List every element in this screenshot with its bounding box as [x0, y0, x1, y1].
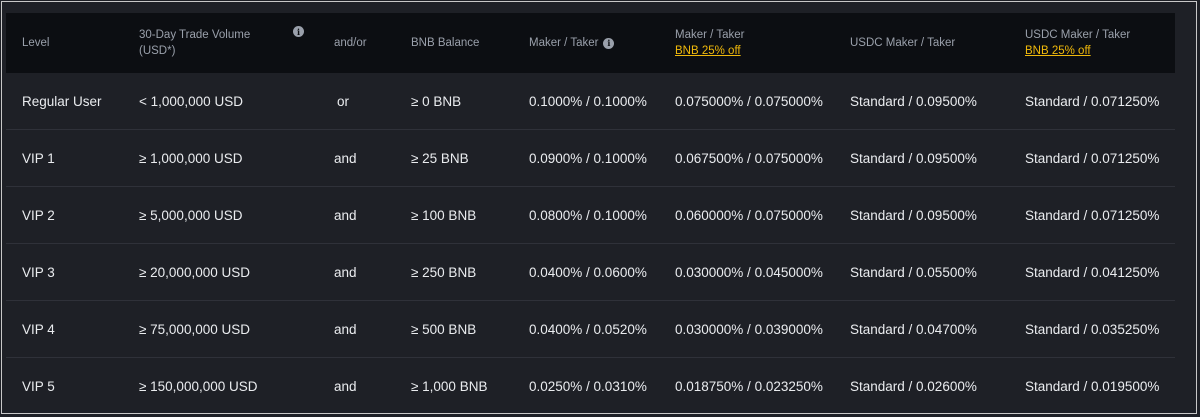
- cell-maker-taker-bnb: 0.075000% / 0.075000%: [675, 93, 823, 109]
- header-volume-label: 30-Day Trade Volume: [139, 29, 251, 41]
- cell-andor: and: [334, 264, 357, 280]
- header-volume: 30-Day Trade Volume (USD*) i: [139, 13, 304, 73]
- cell-maker-taker-bnb: 0.030000% / 0.045000%: [675, 264, 823, 280]
- table-row: VIP 2 ≥ 5,000,000 USD and ≥ 100 BNB 0.08…: [6, 187, 1175, 244]
- cell-bnb-balance: ≥ 100 BNB: [411, 207, 477, 223]
- info-icon[interactable]: i: [603, 37, 615, 49]
- cell-maker-taker: 0.0250% / 0.0310%: [529, 379, 647, 394]
- cell-usdc-maker-taker: Standard / 0.09500%: [850, 207, 977, 223]
- header-andor: and/or: [334, 37, 367, 49]
- cell-maker-taker: 0.0800% / 0.1000%: [529, 207, 647, 223]
- cell-usdc-maker-taker: Standard / 0.05500%: [850, 264, 977, 280]
- cell-bnb-balance: ≥ 25 BNB: [411, 150, 469, 166]
- header-maker-taker-label: Maker / Taker: [529, 37, 599, 49]
- fee-table-panel: Level 30-Day Trade Volume (USD*) i and/o…: [1, 1, 1197, 414]
- cell-volume: ≥ 20,000,000 USD: [139, 264, 250, 280]
- cell-volume: ≥ 1,000,000 USD: [139, 150, 243, 166]
- cell-level: VIP 1: [22, 150, 55, 166]
- cell-maker-taker: 0.0400% / 0.0520%: [529, 321, 647, 337]
- cell-volume: ≥ 5,000,000 USD: [139, 207, 243, 223]
- cell-usdc-maker-taker-bnb: Standard / 0.041250%: [1025, 264, 1160, 280]
- cell-level: VIP 4: [22, 321, 55, 337]
- header-volume-unit: (USD*): [139, 45, 176, 57]
- cell-andor: and: [334, 379, 357, 394]
- cell-maker-taker-bnb: 0.030000% / 0.039000%: [675, 321, 823, 337]
- cell-level: VIP 5: [22, 379, 55, 394]
- cell-usdc-maker-taker-bnb: Standard / 0.019500%: [1025, 379, 1160, 394]
- info-icon[interactable]: i: [293, 26, 304, 37]
- header-maker-taker-bnb: Maker / Taker BNB 25% off: [675, 13, 744, 73]
- table-header: Level 30-Day Trade Volume (USD*) i and/o…: [6, 13, 1175, 73]
- cell-usdc-maker-taker: Standard / 0.09500%: [850, 93, 977, 109]
- bnb-discount-link[interactable]: BNB 25% off: [675, 43, 744, 59]
- table-row: VIP 5 ≥ 150,000,000 USD and ≥ 1,000 BNB …: [6, 358, 1175, 415]
- cell-andor: and: [334, 321, 357, 337]
- cell-usdc-maker-taker: Standard / 0.09500%: [850, 150, 977, 166]
- cell-maker-taker: 0.1000% / 0.1000%: [529, 93, 647, 109]
- cell-maker-taker-bnb: 0.018750% / 0.023250%: [675, 379, 823, 394]
- cell-usdc-maker-taker-bnb: Standard / 0.071250%: [1025, 150, 1160, 166]
- cell-level: VIP 3: [22, 264, 55, 280]
- cell-volume: < 1,000,000 USD: [139, 93, 243, 109]
- cell-usdc-maker-taker: Standard / 0.04700%: [850, 321, 977, 337]
- cell-bnb-balance: ≥ 250 BNB: [411, 264, 477, 280]
- cell-maker-taker-bnb: 0.067500% / 0.075000%: [675, 150, 823, 166]
- table-row: VIP 4 ≥ 75,000,000 USD and ≥ 500 BNB 0.0…: [6, 301, 1175, 358]
- cell-maker-taker-bnb: 0.060000% / 0.075000%: [675, 207, 823, 223]
- cell-usdc-maker-taker-bnb: Standard / 0.071250%: [1025, 207, 1160, 223]
- cell-volume: ≥ 75,000,000 USD: [139, 321, 250, 337]
- cell-usdc-maker-taker: Standard / 0.02600%: [850, 379, 977, 394]
- fee-table: Level 30-Day Trade Volume (USD*) i and/o…: [6, 13, 1175, 415]
- cell-bnb-balance: ≥ 1,000 BNB: [411, 379, 488, 394]
- cell-bnb-balance: ≥ 0 BNB: [411, 93, 462, 109]
- cell-andor: or: [336, 93, 349, 109]
- usdc-bnb-discount-link[interactable]: BNB 25% off: [1025, 43, 1130, 59]
- header-level: Level: [22, 37, 50, 49]
- cell-level: Regular User: [22, 93, 102, 109]
- cell-maker-taker: 0.0900% / 0.1000%: [529, 150, 647, 166]
- cell-bnb-balance: ≥ 500 BNB: [411, 321, 477, 337]
- cell-level: VIP 2: [22, 207, 55, 223]
- cell-andor: and: [334, 150, 357, 166]
- header-usdc-maker-taker-bnb-label: USDC Maker / Taker: [1025, 29, 1131, 41]
- cell-usdc-maker-taker-bnb: Standard / 0.035250%: [1025, 321, 1160, 337]
- header-usdc-maker-taker-bnb: USDC Maker / Taker BNB 25% off: [1025, 13, 1130, 73]
- header-maker-taker: Maker / Taker i: [529, 13, 615, 73]
- header-maker-taker-bnb-label: Maker / Taker: [675, 29, 745, 41]
- cell-volume: ≥ 150,000,000 USD: [139, 379, 258, 394]
- header-bnb-balance: BNB Balance: [411, 37, 480, 49]
- table-row: Regular User < 1,000,000 USD or ≥ 0 BNB …: [6, 73, 1175, 130]
- table-row: VIP 1 ≥ 1,000,000 USD and ≥ 25 BNB 0.090…: [6, 130, 1175, 187]
- header-usdc-maker-taker: USDC Maker / Taker: [850, 37, 956, 49]
- cell-maker-taker: 0.0400% / 0.0600%: [529, 264, 647, 280]
- cell-andor: and: [334, 207, 357, 223]
- table-row: VIP 3 ≥ 20,000,000 USD and ≥ 250 BNB 0.0…: [6, 244, 1175, 301]
- cell-usdc-maker-taker-bnb: Standard / 0.071250%: [1025, 93, 1160, 109]
